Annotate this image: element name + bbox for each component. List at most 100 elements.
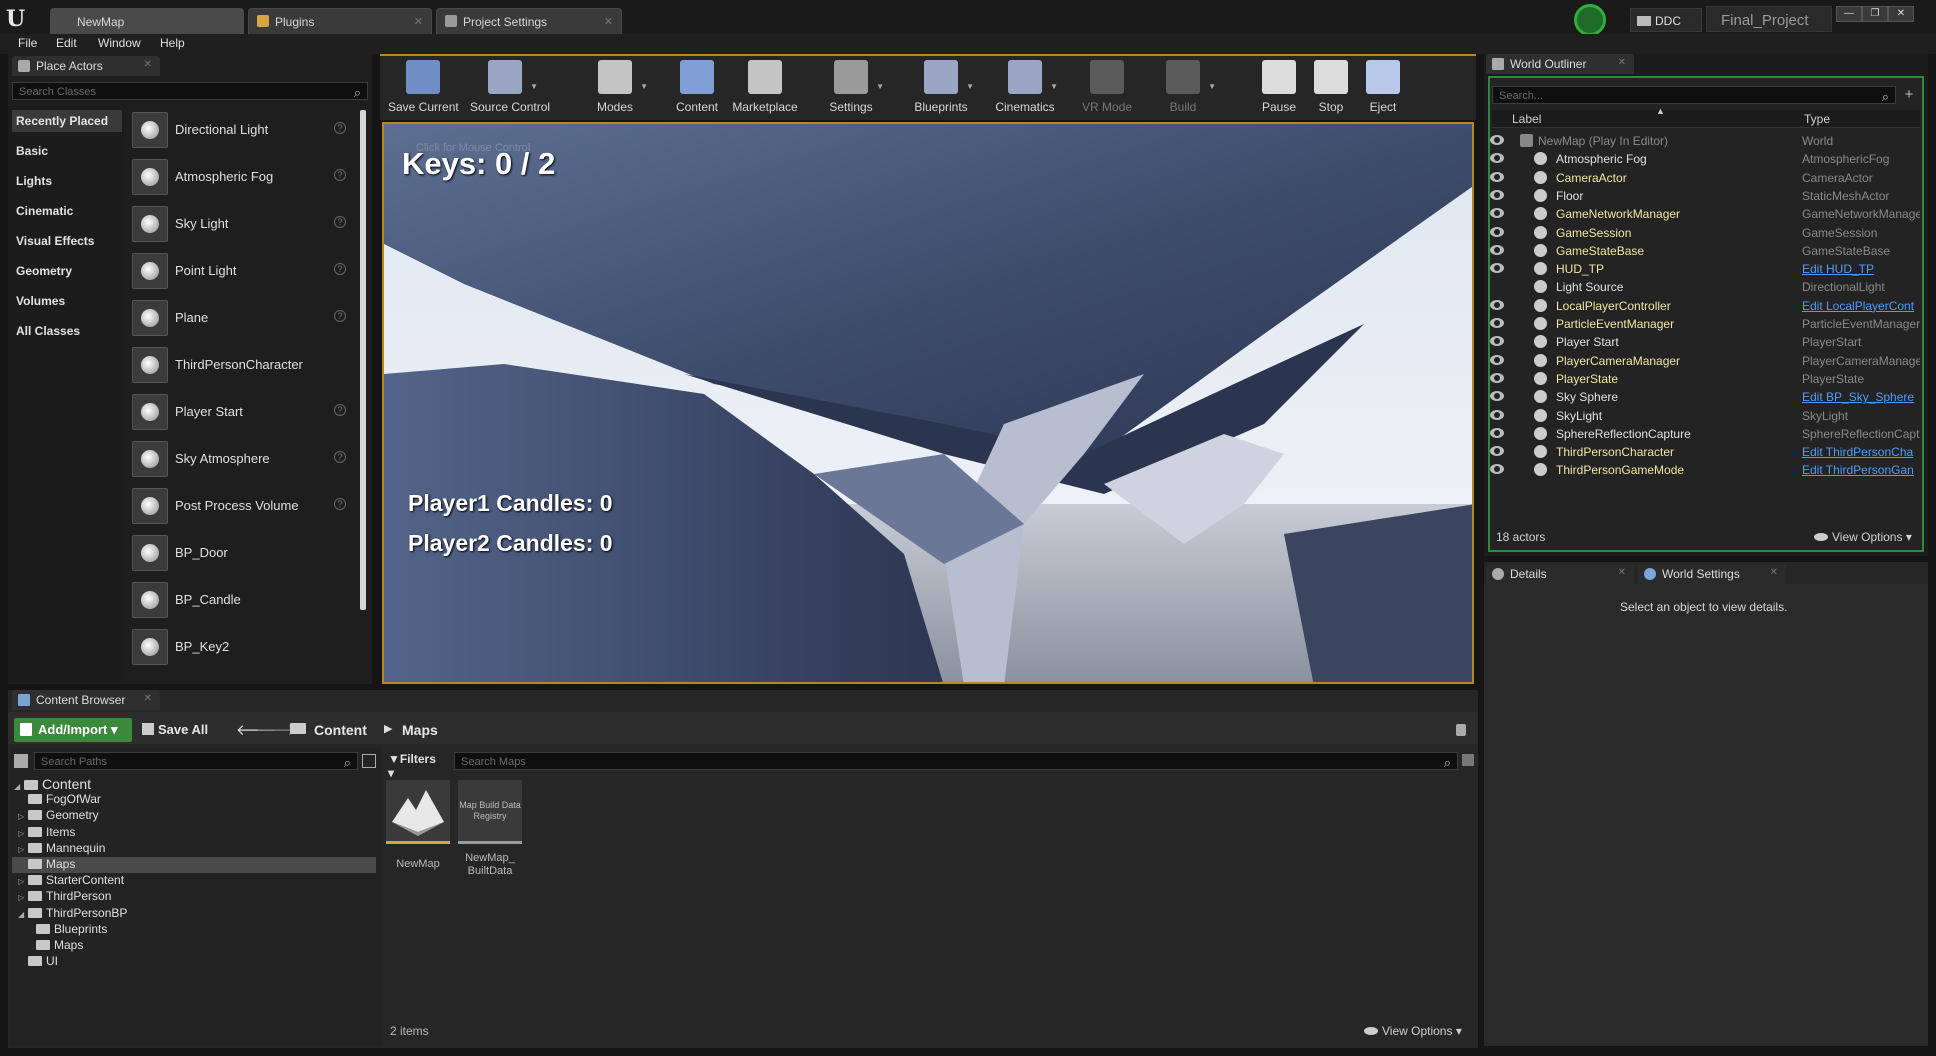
help-icon[interactable]: ? [334, 122, 346, 134]
actor-item[interactable]: BP_Candle [130, 578, 356, 622]
actor-item[interactable]: Atmospheric Fog? [130, 155, 356, 199]
asset-thumb-newmap[interactable] [386, 780, 450, 844]
world-outliner-tab[interactable]: World Outliner ✕ [1486, 54, 1634, 74]
category-geometry[interactable]: Geometry [16, 264, 72, 278]
source-control-status-icon[interactable] [1574, 4, 1606, 36]
actor-item[interactable]: Directional Light? [130, 108, 356, 152]
toolbar-source-control-button[interactable]: Source Control ▼ [470, 58, 550, 116]
dropdown-arrow-icon[interactable]: ▼ [530, 82, 538, 91]
actor-item[interactable]: BP_Key2 [130, 625, 356, 669]
outliner-row[interactable]: PlayerState PlayerState [1490, 370, 1918, 388]
filters-button[interactable]: ▼Filters ▾ [388, 752, 438, 780]
outliner-row[interactable]: SphereReflectionCapture SphereReflectionC… [1490, 425, 1920, 443]
menu-edit[interactable]: Edit [56, 36, 77, 50]
collapse-arrow-icon[interactable]: ◢ [14, 782, 24, 791]
ddc-button[interactable]: DDC [1630, 8, 1702, 32]
actor-item[interactable]: Player Start? [130, 390, 356, 434]
search-classes-input[interactable]: Search Classes ⌕ [12, 82, 368, 100]
outliner-row[interactable]: ThirdPersonGameMode Edit ThirdPersonGan [1490, 461, 1918, 479]
visibility-eye-icon[interactable] [1490, 427, 1504, 438]
outliner-row[interactable]: PlayerCameraManager PlayerCameraManage [1490, 352, 1920, 370]
toolbar-marketplace-button[interactable]: Marketplace [730, 58, 800, 116]
outliner-row[interactable]: CameraActor CameraActor [1490, 169, 1918, 187]
category-visual-effects[interactable]: Visual Effects [16, 234, 94, 248]
outliner-row[interactable]: SkyLight SkyLight [1490, 407, 1918, 425]
toolbar-content-button[interactable]: Content [662, 58, 732, 116]
folder-tree-item[interactable]: ▷ ThirdPerson [12, 889, 376, 905]
dropdown-arrow-icon[interactable]: ▼ [1208, 82, 1216, 91]
help-icon[interactable]: ? [334, 310, 346, 322]
outliner-view-options[interactable]: View Options ▾ [1814, 530, 1912, 544]
add-folder-icon[interactable]: + [1900, 86, 1918, 104]
outliner-row-type[interactable]: Edit ThirdPersonCha [1802, 445, 1920, 459]
category-cinematic[interactable]: Cinematic [16, 204, 73, 218]
help-icon[interactable]: ? [334, 498, 346, 510]
category-lights[interactable]: Lights [16, 174, 52, 188]
breadcrumb-content[interactable]: Content [314, 722, 367, 738]
folder-tree-item[interactable]: ▷ Geometry [12, 808, 376, 824]
actor-item[interactable]: Sky Atmosphere? [130, 437, 356, 481]
visibility-eye-icon[interactable] [1490, 171, 1504, 182]
world-settings-tab[interactable]: World Settings ✕ [1638, 564, 1786, 584]
dropdown-arrow-icon[interactable]: ▼ [966, 82, 974, 91]
close-icon[interactable]: ✕ [144, 59, 152, 70]
help-icon[interactable]: ? [334, 169, 346, 181]
outliner-row-type[interactable]: Edit HUD_TP [1802, 262, 1920, 276]
folder-tree-item[interactable]: ◢ ThirdPersonBP [12, 906, 376, 922]
outliner-row[interactable]: Floor StaticMeshActor [1490, 187, 1918, 205]
details-tab[interactable]: Details ✕ [1486, 564, 1634, 584]
category-volumes[interactable]: Volumes [16, 294, 65, 308]
outliner-row-type[interactable]: Edit ThirdPersonGan [1802, 463, 1920, 477]
visibility-eye-icon[interactable] [1490, 153, 1504, 164]
actor-item[interactable]: Post Process Volume? [130, 484, 356, 528]
dropdown-arrow-icon[interactable]: ▼ [640, 82, 648, 91]
expand-arrow-icon[interactable]: ▷ [18, 845, 28, 854]
help-icon[interactable]: ? [334, 216, 346, 228]
category-recently-placed[interactable]: Recently Placed [12, 110, 122, 132]
outliner-row[interactable]: GameNetworkManager GameNetworkManage [1490, 205, 1920, 223]
toolbar-settings-button[interactable]: Settings ▼ [816, 58, 886, 116]
help-icon[interactable]: ? [334, 263, 346, 275]
close-icon[interactable]: ✕ [414, 15, 423, 28]
visibility-eye-icon[interactable] [1490, 263, 1504, 274]
toolbar-cinematics-button[interactable]: Cinematics ▼ [990, 58, 1060, 116]
close-icon[interactable]: ✕ [1618, 567, 1626, 578]
outliner-row[interactable]: NewMap (Play In Editor) World [1490, 132, 1918, 150]
visibility-eye-icon[interactable] [1490, 409, 1504, 420]
toolbar-save-current-button[interactable]: Save Current [388, 58, 459, 116]
collapse-arrow-icon[interactable]: ◢ [18, 910, 28, 919]
folder-tree-item[interactable]: ▷ StarterContent [12, 873, 376, 889]
tab-newmap[interactable]: NewMap [50, 8, 244, 34]
unreal-logo-icon[interactable]: U [6, 6, 32, 32]
outliner-row[interactable]: Light Source DirectionalLight [1490, 278, 1918, 296]
folder-tree-item[interactable]: ◢ Content [12, 776, 376, 792]
actor-item[interactable]: BP_Door [130, 531, 356, 575]
toolbar-vr-mode-button[interactable]: VR Mode [1072, 58, 1142, 116]
outliner-row[interactable]: Sky Sphere Edit BP_Sky_Sphere [1490, 388, 1918, 406]
actor-item[interactable]: ThirdPersonCharacter [130, 343, 356, 387]
minimize-button[interactable]: — [1836, 6, 1862, 22]
close-icon[interactable]: ✕ [144, 693, 152, 704]
asset-view-options[interactable]: View Options ▾ [1364, 1024, 1462, 1038]
visibility-eye-icon[interactable] [1490, 135, 1504, 145]
visibility-eye-icon[interactable] [1490, 372, 1504, 383]
asset-thumb-builtdata[interactable]: Map Build Data Registry [458, 780, 522, 844]
lock-icon[interactable] [1456, 724, 1466, 736]
tree-options-icon[interactable] [362, 754, 376, 768]
folder-tree-item[interactable]: ▷ Items [12, 825, 376, 841]
tab-project-settings[interactable]: Project Settings ✕ [436, 8, 622, 34]
folder-tree-item[interactable]: FogOfWar [12, 792, 376, 808]
visibility-eye-icon[interactable] [1490, 391, 1504, 402]
content-browser-tab[interactable]: Content Browser ✕ [12, 690, 160, 710]
actors-scrollbar[interactable] [360, 110, 366, 610]
outliner-row[interactable]: HUD_TP Edit HUD_TP [1490, 260, 1918, 278]
outliner-row-type[interactable]: Edit LocalPlayerCont [1802, 299, 1920, 313]
outliner-row-type[interactable]: Edit BP_Sky_Sphere [1802, 390, 1920, 404]
close-icon[interactable]: ✕ [1618, 57, 1626, 68]
actor-item[interactable]: Sky Light? [130, 202, 356, 246]
menu-window[interactable]: Window [98, 36, 141, 50]
breadcrumb-maps[interactable]: Maps [402, 722, 438, 738]
toolbar-modes-button[interactable]: Modes ▼ [580, 58, 650, 116]
folder-tree-item[interactable]: Maps [12, 857, 376, 873]
folder-tree-item[interactable]: UI [12, 954, 376, 970]
